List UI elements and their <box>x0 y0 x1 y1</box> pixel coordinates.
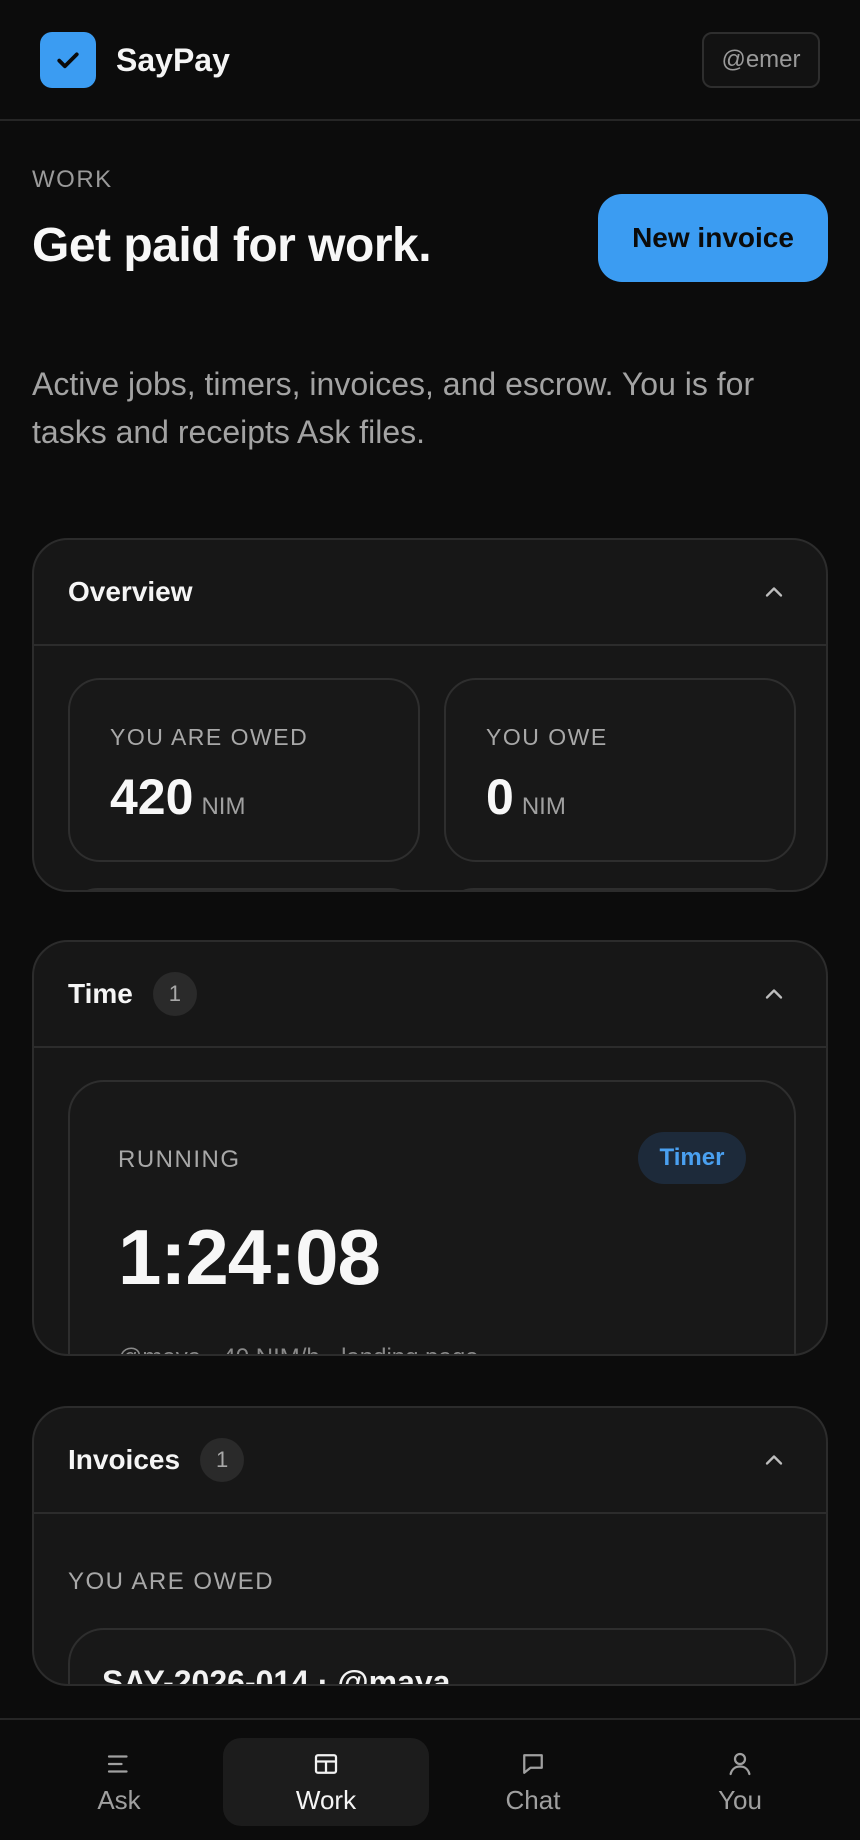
chevron-up-icon[interactable] <box>760 578 788 606</box>
timer-elapsed: 1:24:08 <box>118 1213 381 1301</box>
nav-work[interactable]: Work <box>223 1738 429 1826</box>
time-count-badge: 1 <box>152 972 197 1016</box>
new-invoice-button[interactable]: New invoice <box>598 194 828 282</box>
chevron-up-icon[interactable] <box>760 1446 788 1474</box>
layout-icon <box>314 1753 338 1774</box>
checkmark-icon <box>57 52 79 69</box>
invoices-card: Invoices 1 YOU ARE OWED SAY-2026-014 · @… <box>32 1406 828 1686</box>
stat-you-are-owed[interactable]: YOU ARE OWED 420 NIM <box>68 678 420 862</box>
time-title: Time <box>68 978 133 1009</box>
app-logo[interactable] <box>40 32 96 88</box>
section-eyebrow: WORK <box>32 166 113 193</box>
person-icon <box>729 1752 751 1775</box>
chat-bubble-icon <box>523 1753 543 1774</box>
nav-label: Chat <box>505 1784 561 1815</box>
brand-name: SayPay <box>116 42 230 78</box>
nav-ask[interactable]: Ask <box>16 1738 222 1826</box>
timer-badge: Timer <box>638 1132 746 1184</box>
overview-title: Overview <box>68 576 193 607</box>
bottom-navigation: Ask Work Chat You <box>0 1718 860 1840</box>
nav-label: You <box>718 1784 762 1815</box>
invoice-title: SAY-2026-014 · @maya <box>102 1664 451 1686</box>
invoices-title: Invoices <box>68 1444 181 1475</box>
top-bar: SayPay @emer <box>0 0 860 121</box>
time-card: Time 1 RUNNING Timer 1:24:08 @maya · 40 … <box>32 940 828 1356</box>
stat-unit: NIM <box>201 793 246 820</box>
time-header[interactable]: Time 1 <box>34 942 826 1048</box>
stat-card-partial <box>444 888 796 890</box>
overview-card: Overview YOU ARE OWED 420 NIM YOU OWE 0 NI… <box>32 538 828 892</box>
nav-chat[interactable]: Chat <box>430 1738 636 1826</box>
invoices-header[interactable]: Invoices 1 <box>34 1408 826 1514</box>
timer-detail: @maya · 40 NIM/h · landing page <box>118 1344 479 1354</box>
stat-card-partial <box>68 888 420 890</box>
invoices-count-badge: 1 <box>200 1438 245 1482</box>
nav-you[interactable]: You <box>637 1738 843 1826</box>
invoices-section-label: YOU ARE OWED <box>68 1568 275 1595</box>
stat-amount: 0 <box>486 769 514 825</box>
menu-lines-icon <box>107 1754 128 1773</box>
running-timer[interactable]: RUNNING Timer 1:24:08 @maya · 40 NIM/h ·… <box>68 1080 796 1354</box>
stat-unit: NIM <box>521 793 566 820</box>
overview-header[interactable]: Overview <box>34 540 826 646</box>
page-title: Get paid for work. <box>32 219 432 272</box>
timer-status: RUNNING <box>118 1146 241 1173</box>
stat-value: 420 NIM <box>110 768 245 826</box>
stat-value: 0 NIM <box>486 768 566 826</box>
stat-label: YOU OWE <box>486 724 608 750</box>
stat-amount: 420 <box>110 769 194 825</box>
invoice-item[interactable]: SAY-2026-014 · @maya <box>68 1628 796 1686</box>
page-description: Active jobs, timers, invoices, and escro… <box>32 366 755 450</box>
nav-label: Work <box>295 1784 357 1815</box>
nav-label: Ask <box>97 1784 141 1815</box>
stat-you-owe[interactable]: YOU OWE 0 NIM <box>444 678 796 862</box>
stat-label: YOU ARE OWED <box>110 724 309 750</box>
chevron-up-icon[interactable] <box>760 980 788 1008</box>
account-handle-button[interactable]: @emer <box>702 32 820 88</box>
